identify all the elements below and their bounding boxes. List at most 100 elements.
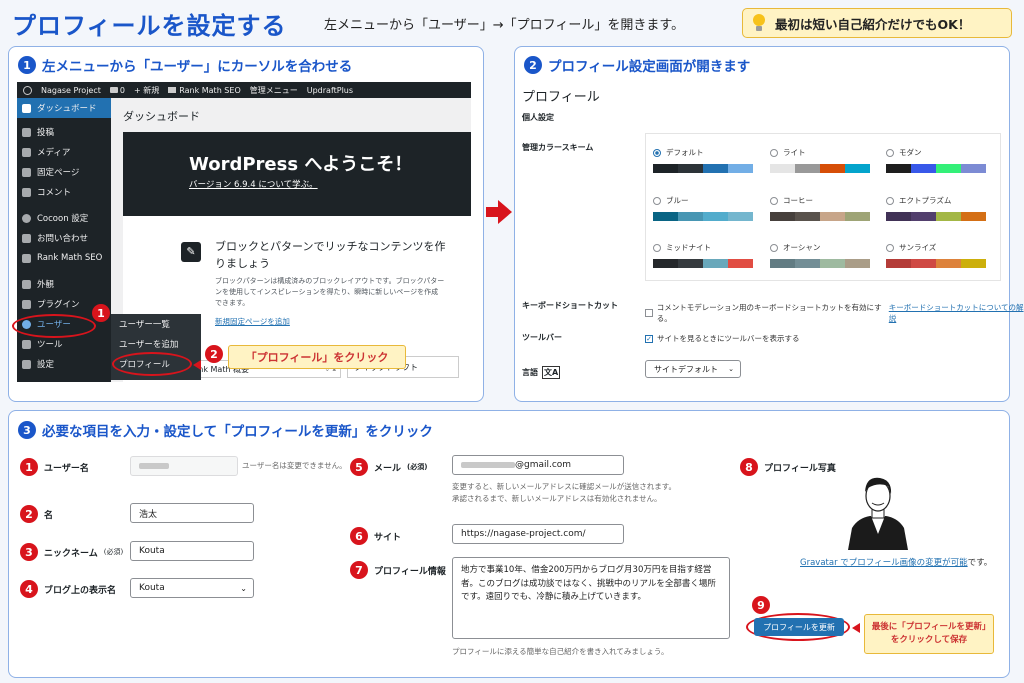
bio-label-text: プロフィール情報 — [374, 566, 446, 577]
marker-3-2: 2 — [20, 505, 38, 523]
rank-math-label: Rank Math SEO — [179, 85, 241, 95]
swatch-color — [820, 164, 845, 173]
swatch-color — [728, 164, 753, 173]
new-page-link[interactable]: 新規固定ページを追加 — [215, 316, 290, 327]
tip-text: 最初は短い自己紹介だけでもOK！ — [775, 16, 971, 32]
color-scheme-option[interactable]: サンライズ — [886, 242, 986, 268]
blurred-username — [139, 463, 169, 469]
color-scheme-option[interactable]: デフォルト — [653, 147, 753, 173]
submenu-add-user[interactable]: ユーザーを追加 — [111, 334, 201, 354]
page-title: プロフィールを設定する — [12, 12, 287, 40]
email-field[interactable]: @gmail.com — [452, 455, 624, 475]
keyboard-shortcut-help-link[interactable]: キーボードショートカットについての解説 — [889, 302, 1024, 324]
site-label-text: サイト — [374, 532, 402, 543]
media-icon — [22, 147, 31, 157]
email-note-2: 承認されるまで、新しいメールアドレスは有効化されません。 — [452, 494, 662, 503]
menu-item-cocoon[interactable]: Cocoon 設定 — [17, 208, 111, 228]
email-required: (必須) — [407, 463, 428, 471]
settings-icon — [22, 359, 31, 369]
toolbar-checkbox[interactable]: ✓ — [645, 334, 653, 343]
keyboard-shortcut-checkbox[interactable] — [645, 309, 653, 317]
swatch-color — [728, 212, 753, 221]
menu-item-pages[interactable]: 固定ページ — [17, 162, 111, 182]
menu-item-media[interactable]: メディア — [17, 142, 111, 162]
scheme-radio[interactable] — [653, 149, 661, 157]
swatch-color — [961, 164, 986, 173]
menu-item-comments[interactable]: コメント — [17, 182, 111, 202]
nickname-field[interactable]: Kouta — [130, 541, 254, 561]
rank-math-link[interactable]: Rank Math SEO — [168, 86, 241, 95]
scheme-radio[interactable] — [770, 244, 778, 252]
updraftplus-link[interactable]: UpdraftPlus — [307, 86, 353, 95]
chevron-down-icon: ⌄ — [240, 583, 247, 593]
menu-item-label: メディア — [37, 148, 71, 158]
pencil-icon: ✎ — [181, 242, 201, 262]
scheme-name: モダン — [899, 148, 922, 157]
scheme-radio[interactable] — [886, 197, 894, 205]
menu-item-label: プラグイン — [37, 300, 80, 310]
color-scheme-option[interactable]: ミッドナイト — [653, 242, 753, 268]
color-scheme-option[interactable]: ライト — [770, 147, 870, 173]
toolbar-label: ツールバー — [522, 333, 562, 342]
scheme-radio[interactable] — [886, 149, 894, 157]
site-name-link[interactable]: Nagase Project — [41, 86, 101, 95]
step1-number: 1 — [18, 56, 36, 74]
language-select[interactable]: サイトデフォルト ⌄ — [645, 360, 741, 378]
brush-icon — [22, 279, 31, 289]
welcome-title: WordPress へようこそ！ — [189, 154, 413, 175]
admin-menu-link[interactable]: 管理メニュー — [250, 85, 298, 96]
swatch-color — [936, 212, 961, 221]
swatch-color — [845, 259, 870, 268]
swatch-color — [653, 164, 678, 173]
menu-item-label: 外観 — [37, 280, 55, 290]
profile-highlight-oval — [112, 352, 192, 376]
site-field[interactable]: https://nagase-project.com/ — [452, 524, 624, 544]
menu-item-rank-math[interactable]: Rank Math SEO — [17, 248, 111, 268]
display-name-select[interactable]: Kouta ⌄ — [130, 578, 254, 598]
color-scheme-option[interactable]: ブルー — [653, 195, 753, 221]
gravatar-suffix: です。 — [967, 558, 993, 568]
email-label-text: メール — [374, 463, 402, 474]
color-scheme-option[interactable]: コーヒー — [770, 195, 870, 221]
nickname-label: 3 ニックネーム (必須) — [20, 543, 123, 561]
scheme-radio[interactable] — [653, 197, 661, 205]
color-scheme-option[interactable]: エクトプラズム — [886, 195, 986, 221]
menu-item-appearance[interactable]: 外観 — [17, 274, 111, 294]
menu-item-dashboard[interactable]: ダッシュボード — [17, 98, 111, 118]
menu-item-settings[interactable]: 設定 — [17, 354, 111, 374]
swatch-color — [770, 259, 795, 268]
wp-logo-icon[interactable] — [23, 85, 32, 95]
step3-number: 3 — [18, 421, 36, 439]
swatch-color — [703, 164, 728, 173]
keyboard-shortcut-label: キーボードショートカット — [522, 301, 618, 310]
new-content-link[interactable]: + 新規 — [134, 85, 159, 96]
color-scheme-option[interactable]: オーシャン — [770, 242, 870, 268]
scheme-radio[interactable] — [770, 197, 778, 205]
color-scheme-option[interactable]: モダン — [886, 147, 986, 173]
scheme-name: エクトプラズム — [899, 196, 952, 205]
scheme-radio[interactable] — [653, 244, 661, 252]
lightbulb-icon — [751, 13, 767, 33]
firstname-label: 2 名 — [20, 505, 53, 523]
comments-count[interactable]: 0 — [109, 86, 125, 95]
nickname-required: (必須) — [103, 548, 124, 556]
update-profile-button[interactable]: プロフィールを更新 — [754, 618, 844, 636]
gravatar-link[interactable]: Gravatar でプロフィール画像の変更が可能 — [800, 558, 968, 568]
swatch-color — [795, 212, 820, 221]
submenu-user-list[interactable]: ユーザー一覧 — [111, 314, 201, 334]
swatch-color — [911, 212, 936, 221]
language-label: 言語 文A — [522, 366, 561, 379]
menu-item-contact[interactable]: お問い合わせ — [17, 228, 111, 248]
wp-admin-bar: Nagase Project 0 + 新規 Rank Math SEO 管理メニ… — [17, 82, 471, 98]
bio-textarea[interactable]: 地方で事業10年、借金200万円からブログ月30万円を目指す経営者。このブログは… — [452, 557, 730, 639]
site-label: 6 サイト — [350, 527, 401, 545]
swatch-color — [795, 164, 820, 173]
welcome-version-link[interactable]: バージョン 6.9.4 について学ぶ。 — [189, 178, 318, 190]
menu-item-label: 設定 — [37, 360, 55, 370]
scheme-radio[interactable] — [886, 244, 894, 252]
firstname-field[interactable]: 浩太 — [130, 503, 254, 523]
pin-icon — [22, 127, 31, 137]
menu-item-posts[interactable]: 投稿 — [17, 122, 111, 142]
display-name-label-text: ブログ上の表示名 — [44, 585, 117, 596]
scheme-radio[interactable] — [770, 149, 778, 157]
